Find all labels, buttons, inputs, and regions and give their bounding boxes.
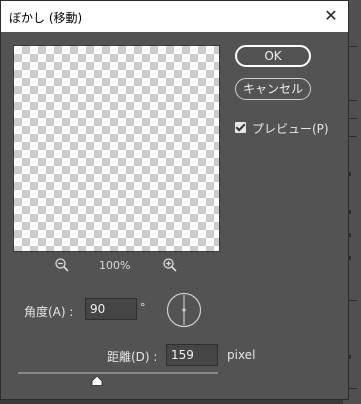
cancel-button[interactable]: キャンセル [235,78,311,100]
angle-label: 角度(A) : [24,305,74,319]
distance-slider[interactable] [18,372,218,374]
preview-canvas[interactable] [13,45,220,252]
close-icon[interactable]: ✕ [323,7,339,25]
zoom-level: 100% [99,259,131,272]
ok-button[interactable]: OK [235,45,311,67]
zoom-out-icon[interactable] [54,257,70,273]
preview-checkbox-label: プレビュー(P) [252,122,329,136]
angle-dial[interactable] [166,292,202,328]
zoom-in-icon[interactable] [162,257,178,273]
dialog-title: ぼかし (移動) [9,11,83,25]
distance-input[interactable]: 159 [166,344,218,366]
distance-label: 距離(D) : [107,350,158,364]
degree-symbol: ° [140,301,146,314]
title-bar: ぼかし (移動) ✕ [1,1,348,32]
motion-blur-dialog: ぼかし (移動) ✕ OK キャンセル プレビュー(P) 100% 角度(A) … [0,0,349,400]
angle-input[interactable]: 90 [85,298,137,320]
distance-unit: pixel [227,348,256,362]
slider-handle[interactable] [91,376,103,386]
preview-checkbox[interactable] [235,122,246,133]
